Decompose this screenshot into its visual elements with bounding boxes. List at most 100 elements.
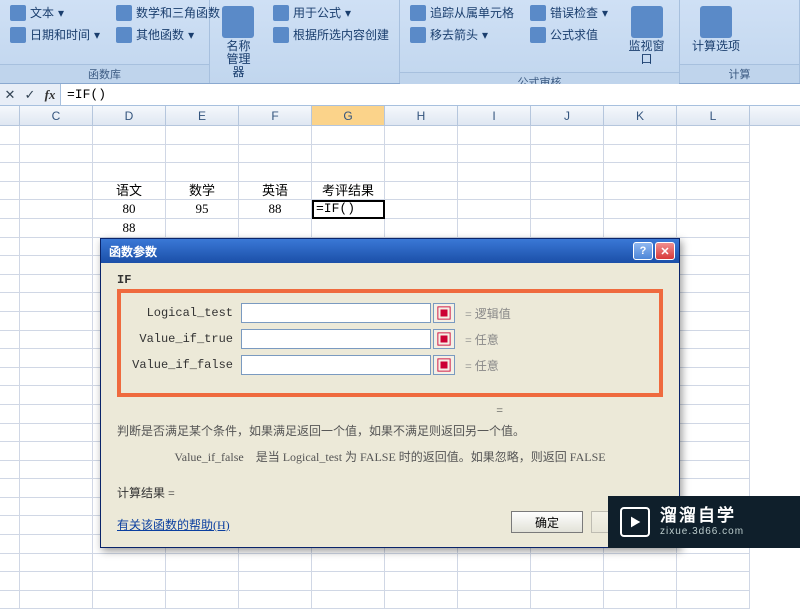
cell[interactable] [458, 554, 531, 573]
cell[interactable] [20, 275, 93, 294]
column-header[interactable]: F [239, 106, 312, 125]
cell[interactable] [677, 461, 750, 480]
cell[interactable] [312, 145, 385, 164]
cell[interactable] [20, 200, 93, 219]
cell[interactable] [20, 405, 93, 424]
cell[interactable] [0, 516, 20, 535]
cell[interactable] [677, 554, 750, 573]
cell[interactable]: 考评结果 [312, 182, 385, 201]
dialog-close-button[interactable]: ✕ [655, 242, 675, 260]
column-header[interactable]: J [531, 106, 604, 125]
cell[interactable] [20, 535, 93, 554]
cell[interactable] [20, 163, 93, 182]
cell[interactable] [458, 145, 531, 164]
cell[interactable] [604, 200, 677, 219]
cell[interactable] [0, 219, 20, 238]
cell[interactable] [677, 219, 750, 238]
cell[interactable] [458, 182, 531, 201]
cancel-formula-button[interactable]: ✕ [0, 87, 20, 103]
cell[interactable] [239, 145, 312, 164]
formula-input[interactable]: =IF() [60, 84, 800, 105]
cell[interactable] [20, 442, 93, 461]
cell[interactable] [93, 163, 166, 182]
cell[interactable] [0, 163, 20, 182]
cell[interactable] [166, 163, 239, 182]
cell[interactable] [0, 331, 20, 350]
cell[interactable] [531, 219, 604, 238]
cell[interactable] [458, 163, 531, 182]
cell[interactable] [677, 442, 750, 461]
cell[interactable] [0, 256, 20, 275]
cell[interactable] [0, 572, 20, 591]
column-header[interactable]: K [604, 106, 677, 125]
cell[interactable] [677, 256, 750, 275]
dialog-titlebar[interactable]: 函数参数 ? ✕ [101, 239, 679, 263]
cell[interactable] [312, 163, 385, 182]
cell[interactable] [385, 163, 458, 182]
cell[interactable] [604, 126, 677, 145]
cell[interactable] [166, 219, 239, 238]
cell[interactable] [604, 163, 677, 182]
cell[interactable] [677, 572, 750, 591]
cell[interactable] [0, 479, 20, 498]
cell[interactable] [0, 554, 20, 573]
cell[interactable] [677, 331, 750, 350]
cell[interactable] [0, 275, 20, 294]
column-header[interactable]: C [20, 106, 93, 125]
cell[interactable] [385, 554, 458, 573]
cell[interactable] [458, 572, 531, 591]
date-time-functions-button[interactable]: 日期和时间 ▾ [6, 24, 104, 45]
cell[interactable] [677, 405, 750, 424]
cell[interactable] [20, 386, 93, 405]
accept-formula-button[interactable]: ✓ [20, 87, 40, 103]
create-from-selection-button[interactable]: 根据所选内容创建 [269, 24, 393, 45]
fx-button[interactable]: fx [40, 87, 60, 103]
cell[interactable] [385, 182, 458, 201]
cell[interactable] [677, 182, 750, 201]
watch-window-button[interactable]: 监视窗口 [620, 2, 673, 70]
cell[interactable] [20, 256, 93, 275]
cell[interactable] [458, 126, 531, 145]
cell[interactable] [93, 126, 166, 145]
cell[interactable] [312, 572, 385, 591]
cell[interactable] [531, 126, 604, 145]
cell[interactable] [677, 126, 750, 145]
cell[interactable] [385, 145, 458, 164]
cell[interactable] [0, 461, 20, 480]
cell[interactable] [531, 163, 604, 182]
range-picker-button[interactable] [433, 329, 455, 349]
column-header[interactable]: D [93, 106, 166, 125]
cell[interactable] [677, 200, 750, 219]
cell[interactable] [20, 516, 93, 535]
cell[interactable] [20, 293, 93, 312]
cell[interactable] [20, 145, 93, 164]
cell[interactable]: 80 [93, 200, 166, 219]
cell[interactable] [0, 349, 20, 368]
cell[interactable] [677, 275, 750, 294]
cell[interactable] [312, 219, 385, 238]
cell[interactable] [20, 479, 93, 498]
range-picker-button[interactable] [433, 303, 455, 323]
cell[interactable]: 95 [166, 200, 239, 219]
cell[interactable] [385, 200, 458, 219]
dialog-help-button[interactable]: ? [633, 242, 653, 260]
cell[interactable]: 88 [239, 200, 312, 219]
cell[interactable] [677, 349, 750, 368]
cell[interactable] [20, 182, 93, 201]
cell[interactable] [677, 312, 750, 331]
cell[interactable] [604, 554, 677, 573]
cell[interactable] [677, 424, 750, 443]
column-header[interactable]: E [166, 106, 239, 125]
cell[interactable] [166, 572, 239, 591]
range-picker-button[interactable] [433, 355, 455, 375]
cell[interactable] [20, 312, 93, 331]
evaluate-formula-button[interactable]: 公式求值 [526, 24, 612, 45]
cell[interactable] [239, 126, 312, 145]
cell[interactable] [0, 200, 20, 219]
cell[interactable] [677, 386, 750, 405]
cell[interactable] [0, 386, 20, 405]
cell[interactable] [20, 368, 93, 387]
cell[interactable] [20, 126, 93, 145]
text-functions-button[interactable]: 文本 ▾ [6, 2, 104, 23]
cell[interactable]: 88 [93, 219, 166, 238]
